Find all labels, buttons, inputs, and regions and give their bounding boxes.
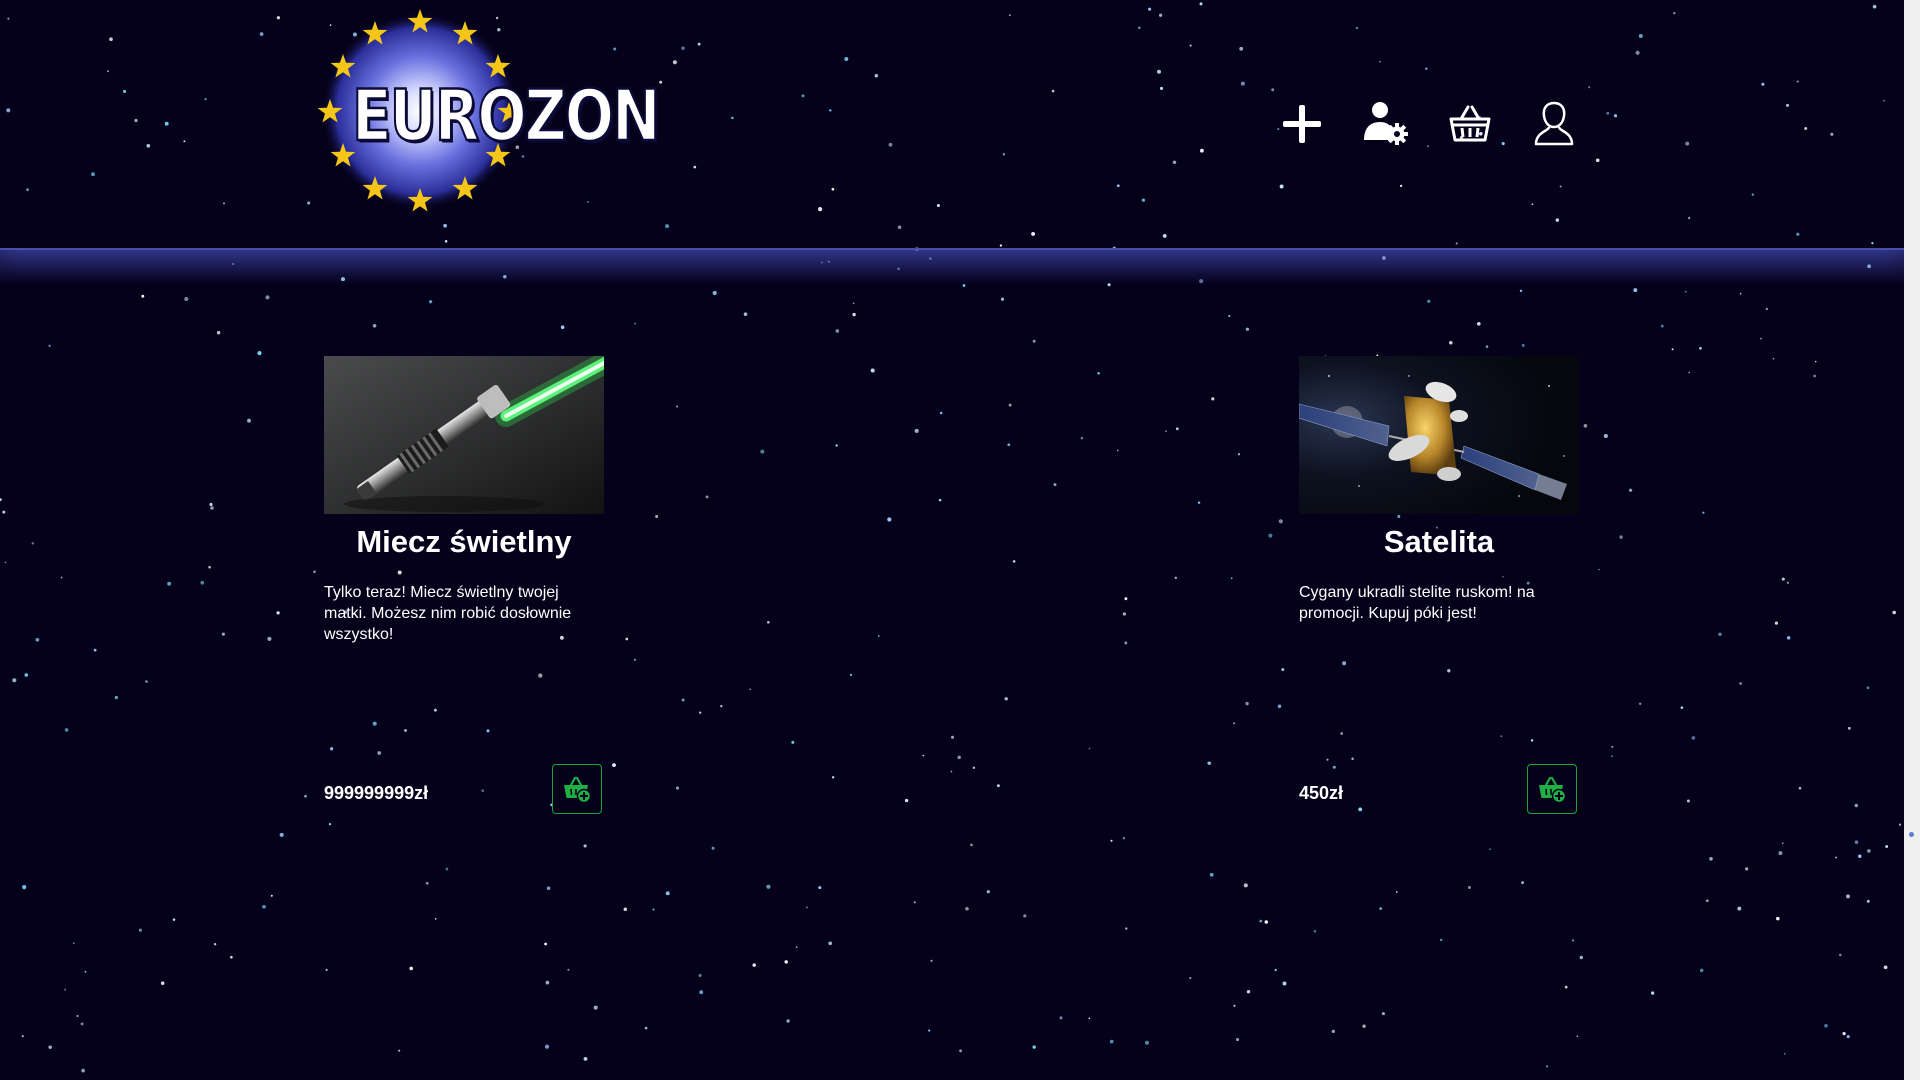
site-header: EUROZON [0,0,1904,250]
user-settings-button[interactable] [1358,96,1414,152]
lightsaber-image [324,356,604,514]
user-icon [1534,101,1574,146]
product-description: Cygany ukradli stelite ruskom! na promoc… [1299,584,1535,622]
vertical-scrollbar[interactable] [1904,0,1920,1080]
satellite-image [1299,356,1579,514]
product-image[interactable] [324,356,604,514]
add-product-button[interactable] [1274,96,1330,152]
product-price: 450zł [1299,783,1344,803]
basket-button[interactable] [1442,96,1498,152]
account-button[interactable] [1526,96,1582,152]
add-to-cart-button[interactable] [552,764,602,814]
add-to-cart-button[interactable] [1527,764,1577,814]
page: EUROZON Miecz świetlny Tylko teraz! Miec… [0,0,1904,1080]
product-image[interactable] [1299,356,1579,514]
basket-add-icon [1539,776,1567,804]
header-glow [0,250,1904,286]
product-card: Miecz świetlny Tylko teraz! Miecz świetl… [324,356,604,816]
logo-text: EUROZON [351,73,662,158]
basket-icon [1449,105,1491,142]
scrollbar-marker [1909,832,1914,837]
product-card: Satelita Cygany ukradli stelite ruskom! … [1299,356,1579,816]
user-settings-icon [1364,102,1408,145]
basket-add-icon [564,776,592,804]
product-title[interactable]: Satelita [1299,524,1579,560]
product-description: Tylko teraz! Miecz świetlny twojej matki… [324,584,572,643]
logo-link[interactable]: EUROZON [310,6,662,216]
product-price: 999999999zł [324,783,429,803]
plus-icon [1283,105,1321,143]
product-title[interactable]: Miecz świetlny [324,524,604,560]
